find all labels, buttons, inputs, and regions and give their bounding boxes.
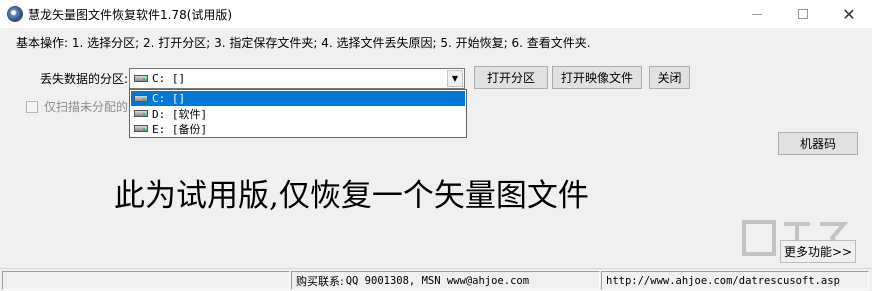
contact-value: QQ 9001308, MSN www@ahjoe.com — [345, 274, 530, 287]
partition-select-value: C: [] — [134, 72, 185, 85]
status-panel-contact: 购买联系: QQ 9001308, MSN www@ahjoe.com — [291, 271, 600, 290]
partition-label: 丢失数据的分区: — [40, 72, 129, 86]
minimize-button[interactable] — [734, 0, 780, 28]
close-button[interactable]: 关闭 — [649, 66, 690, 89]
scan-unallocated-label: 仅扫描未分配的 — [44, 100, 129, 114]
close-window-button[interactable]: ✕ — [826, 0, 872, 28]
window-title: 慧龙矢量图文件恢复软件1.78(试用版) — [28, 8, 233, 22]
partition-option-d[interactable]: D: [软件] — [131, 106, 465, 121]
more-features-button[interactable]: 更多功能>> — [780, 240, 856, 263]
title-bar[interactable]: 慧龙矢量图文件恢复软件1.78(试用版) ✕ — [0, 0, 872, 28]
maximize-button[interactable] — [780, 0, 826, 28]
status-panel-url[interactable]: http://www.ahjoe.com/datrescusoft.asp — [601, 271, 869, 290]
drive-icon — [134, 125, 148, 132]
partition-selected-label: C: [] — [152, 72, 186, 85]
partition-dropdown-list: C: [] D: [软件] E: [备份] — [129, 89, 467, 138]
app-disc-icon — [7, 6, 23, 22]
scan-unallocated-checkbox-row[interactable]: 仅扫描未分配的 — [26, 98, 128, 115]
partition-option-label: C: [] — [152, 92, 186, 105]
drive-icon — [134, 110, 148, 117]
open-image-button[interactable]: 打开映像文件 — [552, 66, 642, 89]
status-panel-info — [2, 271, 290, 290]
machine-code-button[interactable]: 机器码 — [778, 132, 858, 155]
scan-unallocated-checkbox[interactable] — [26, 100, 38, 113]
steps-instructions: 基本操作: 1. 选择分区; 2. 打开分区; 3. 指定保存文件夹; 4. 选… — [16, 36, 591, 50]
open-partition-button[interactable]: 打开分区 — [474, 66, 548, 89]
partition-option-e[interactable]: E: [备份] — [131, 121, 465, 136]
trial-notice: 此为试用版,仅恢复一个矢量图文件 — [114, 178, 589, 214]
contact-label: 购买联系: — [296, 274, 344, 288]
partition-option-c[interactable]: C: [] — [131, 91, 465, 106]
drive-icon — [134, 95, 148, 102]
partition-option-label: E: [备份] — [152, 122, 208, 136]
partition-select[interactable]: C: [] ▼ — [129, 68, 465, 89]
maximize-icon — [798, 9, 808, 19]
drive-icon — [134, 75, 148, 82]
partition-option-label: D: [软件] — [152, 107, 208, 121]
minimize-icon — [752, 13, 762, 15]
chevron-down-icon[interactable]: ▼ — [447, 70, 463, 87]
status-bar: 购买联系: QQ 9001308, MSN www@ahjoe.com http… — [0, 268, 872, 291]
